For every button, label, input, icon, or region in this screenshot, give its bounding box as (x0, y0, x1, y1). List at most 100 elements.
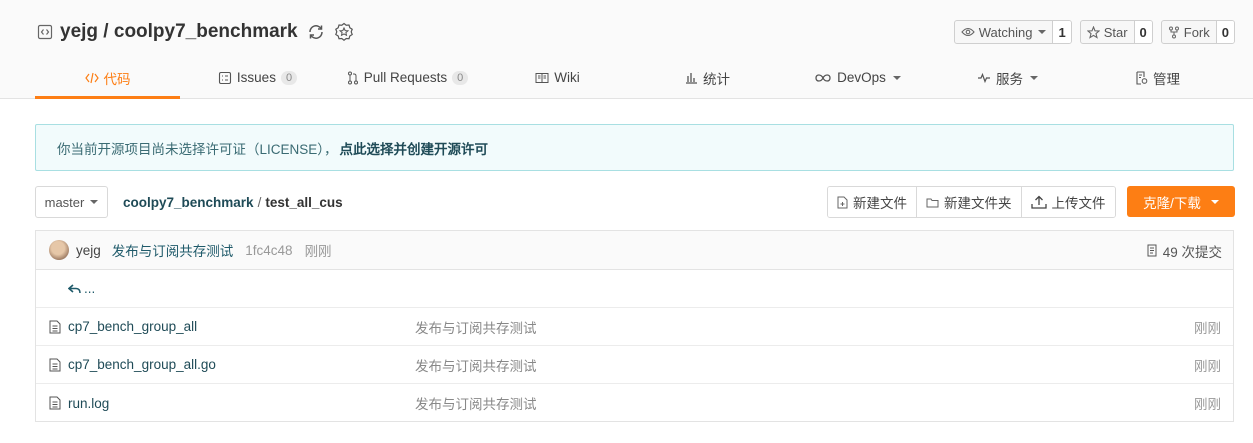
repo-name[interactable]: coolpy7_benchmark (114, 21, 298, 43)
issues-icon (218, 71, 231, 84)
star-label-wrap: Star (1081, 21, 1134, 43)
upload-file-button[interactable]: 上传文件 (1021, 187, 1115, 217)
file-row[interactable]: cp7_bench_group_all.go 发布与订阅共存测试 刚刚 (36, 346, 1233, 384)
chevron-down-icon (1038, 30, 1047, 34)
license-notice: 你当前开源项目尚未选择许可证（LICENSE）， 点此选择并创建开源许可 (35, 124, 1234, 171)
repo-separator: / (98, 21, 114, 42)
create-license-link[interactable]: 点此选择并创建开源许可 (340, 138, 489, 158)
watch-button[interactable]: Watching 1 (953, 20, 1072, 44)
repo-owner[interactable]: yejg (60, 21, 98, 43)
file-commit-time: 刚刚 (1194, 358, 1221, 374)
back-arrow-icon (68, 283, 81, 293)
file-actions: 新建文件 新建文件夹 上传文件 (827, 186, 1116, 218)
commits-icon (1147, 244, 1157, 257)
repo-header: yejg / coolpy7_benchmark Watching 1 Star… (0, 0, 1253, 99)
tab-label: 统计 (703, 71, 730, 87)
repo-title: yejg / coolpy7_benchmark (37, 19, 354, 45)
new-folder-button[interactable]: 新建文件夹 (917, 187, 1022, 217)
latest-commit-bar: yejg 发布与订阅共存测试 1fc4c48 刚刚 49 次提交 (36, 231, 1233, 270)
star-icon (1086, 25, 1100, 39)
branch-name: master (44, 194, 85, 210)
new-file-label: 新建文件 (853, 196, 907, 211)
star-label: Star (1103, 24, 1128, 40)
avatar[interactable] (49, 240, 69, 260)
recommend-badge-icon (334, 22, 354, 42)
eye-icon (961, 27, 975, 37)
breadcrumb: coolpy7_benchmark / test_all_cus (123, 195, 343, 210)
file-commit-message[interactable]: 发布与订阅共存测试 (415, 393, 537, 413)
fork-icon (1168, 26, 1179, 38)
fork-button[interactable]: Fork 0 (1160, 20, 1235, 44)
new-file-button[interactable]: 新建文件 (828, 187, 917, 217)
watch-label: Watching (978, 24, 1033, 40)
file-name[interactable]: cp7_bench_group_all (68, 319, 197, 334)
clone-label: 克隆/下载 (1143, 195, 1201, 211)
stats-icon (686, 73, 697, 84)
chevron-down-icon (1210, 199, 1219, 204)
fork-count[interactable]: 0 (1215, 21, 1234, 43)
tab-label: 管理 (1153, 71, 1180, 87)
clone-download-button[interactable]: 克隆/下载 (1127, 186, 1235, 217)
file-row[interactable]: run.log 发布与订阅共存测试 刚刚 (36, 384, 1233, 422)
breadcrumb-current: test_all_cus (265, 195, 343, 210)
star-count[interactable]: 0 (1133, 21, 1152, 43)
parent-directory-label: ... (84, 281, 96, 296)
code-repo-icon (37, 24, 53, 40)
tab-label: Pull Requests (363, 70, 448, 85)
manage-icon (1136, 70, 1148, 85)
tab-label: DevOps (837, 70, 886, 85)
file-commit-time: 刚刚 (1194, 320, 1221, 336)
code-icon (84, 72, 99, 83)
chevron-down-icon (1030, 75, 1038, 80)
upload-label: 上传文件 (1051, 196, 1106, 211)
tab-manage[interactable]: 管理 (1085, 56, 1230, 99)
watch-label-wrap: Watching (955, 21, 1053, 43)
fork-label-wrap: Fork (1162, 21, 1216, 43)
file-commit-time: 刚刚 (1194, 397, 1221, 412)
commit-count-label: 49 次提交 (1162, 244, 1222, 260)
new-file-icon (837, 196, 848, 208)
tab-label: Issues (236, 70, 276, 85)
commit-author[interactable]: yejg (76, 243, 101, 258)
file-icon (49, 396, 61, 410)
pull-request-icon (347, 71, 358, 84)
file-icon (49, 358, 61, 372)
watch-count[interactable]: 1 (1052, 21, 1071, 43)
service-icon (978, 72, 990, 83)
tab-pull-requests[interactable]: Pull Requests 0 (335, 56, 480, 99)
file-commit-message[interactable]: 发布与订阅共存测试 (415, 355, 537, 375)
repo-tabs: 代码 Issues 0 Pull Requests 0 Wiki 统计 DevO… (35, 56, 1235, 99)
pull-requests-count-badge: 0 (452, 70, 469, 85)
devops-icon (815, 73, 831, 82)
parent-directory-row[interactable]: ... (36, 270, 1233, 308)
breadcrumb-separator: / (257, 195, 262, 210)
tab-code[interactable]: 代码 (35, 56, 180, 99)
fork-label: Fork (1183, 24, 1210, 40)
new-folder-label: 新建文件夹 (944, 196, 1012, 211)
file-name[interactable]: run.log (68, 396, 109, 411)
tab-issues[interactable]: Issues 0 (185, 56, 330, 99)
commit-count-link[interactable]: 49 次提交 (1147, 231, 1222, 270)
commit-sha[interactable]: 1fc4c48 (245, 243, 292, 258)
commit-message[interactable]: 发布与订阅共存测试 (112, 240, 234, 260)
repo-actions: Watching 1 Star 0 Fork 0 (953, 20, 1235, 44)
tab-label: 服务 (996, 71, 1023, 87)
file-icon (49, 320, 61, 334)
file-list: yejg 发布与订阅共存测试 1fc4c48 刚刚 49 次提交 ... cp7… (35, 230, 1234, 422)
wiki-icon (535, 72, 549, 83)
upload-icon (1030, 195, 1047, 209)
star-button[interactable]: Star 0 (1079, 20, 1153, 44)
tab-wiki[interactable]: Wiki (485, 56, 630, 99)
tab-label: 代码 (103, 71, 131, 87)
file-row[interactable]: cp7_bench_group_all 发布与订阅共存测试 刚刚 (36, 308, 1233, 346)
breadcrumb-repo-link[interactable]: coolpy7_benchmark (123, 195, 254, 210)
issues-count-badge: 0 (280, 70, 298, 85)
file-commit-message[interactable]: 发布与订阅共存测试 (415, 317, 537, 337)
branch-select[interactable]: master (35, 186, 108, 218)
sync-icon[interactable] (306, 22, 326, 42)
tab-service[interactable]: 服务 (935, 56, 1080, 99)
file-name[interactable]: cp7_bench_group_all.go (68, 357, 216, 372)
tab-label: Wiki (554, 70, 580, 85)
tab-devops[interactable]: DevOps (785, 56, 930, 99)
tab-stats[interactable]: 统计 (635, 56, 780, 99)
